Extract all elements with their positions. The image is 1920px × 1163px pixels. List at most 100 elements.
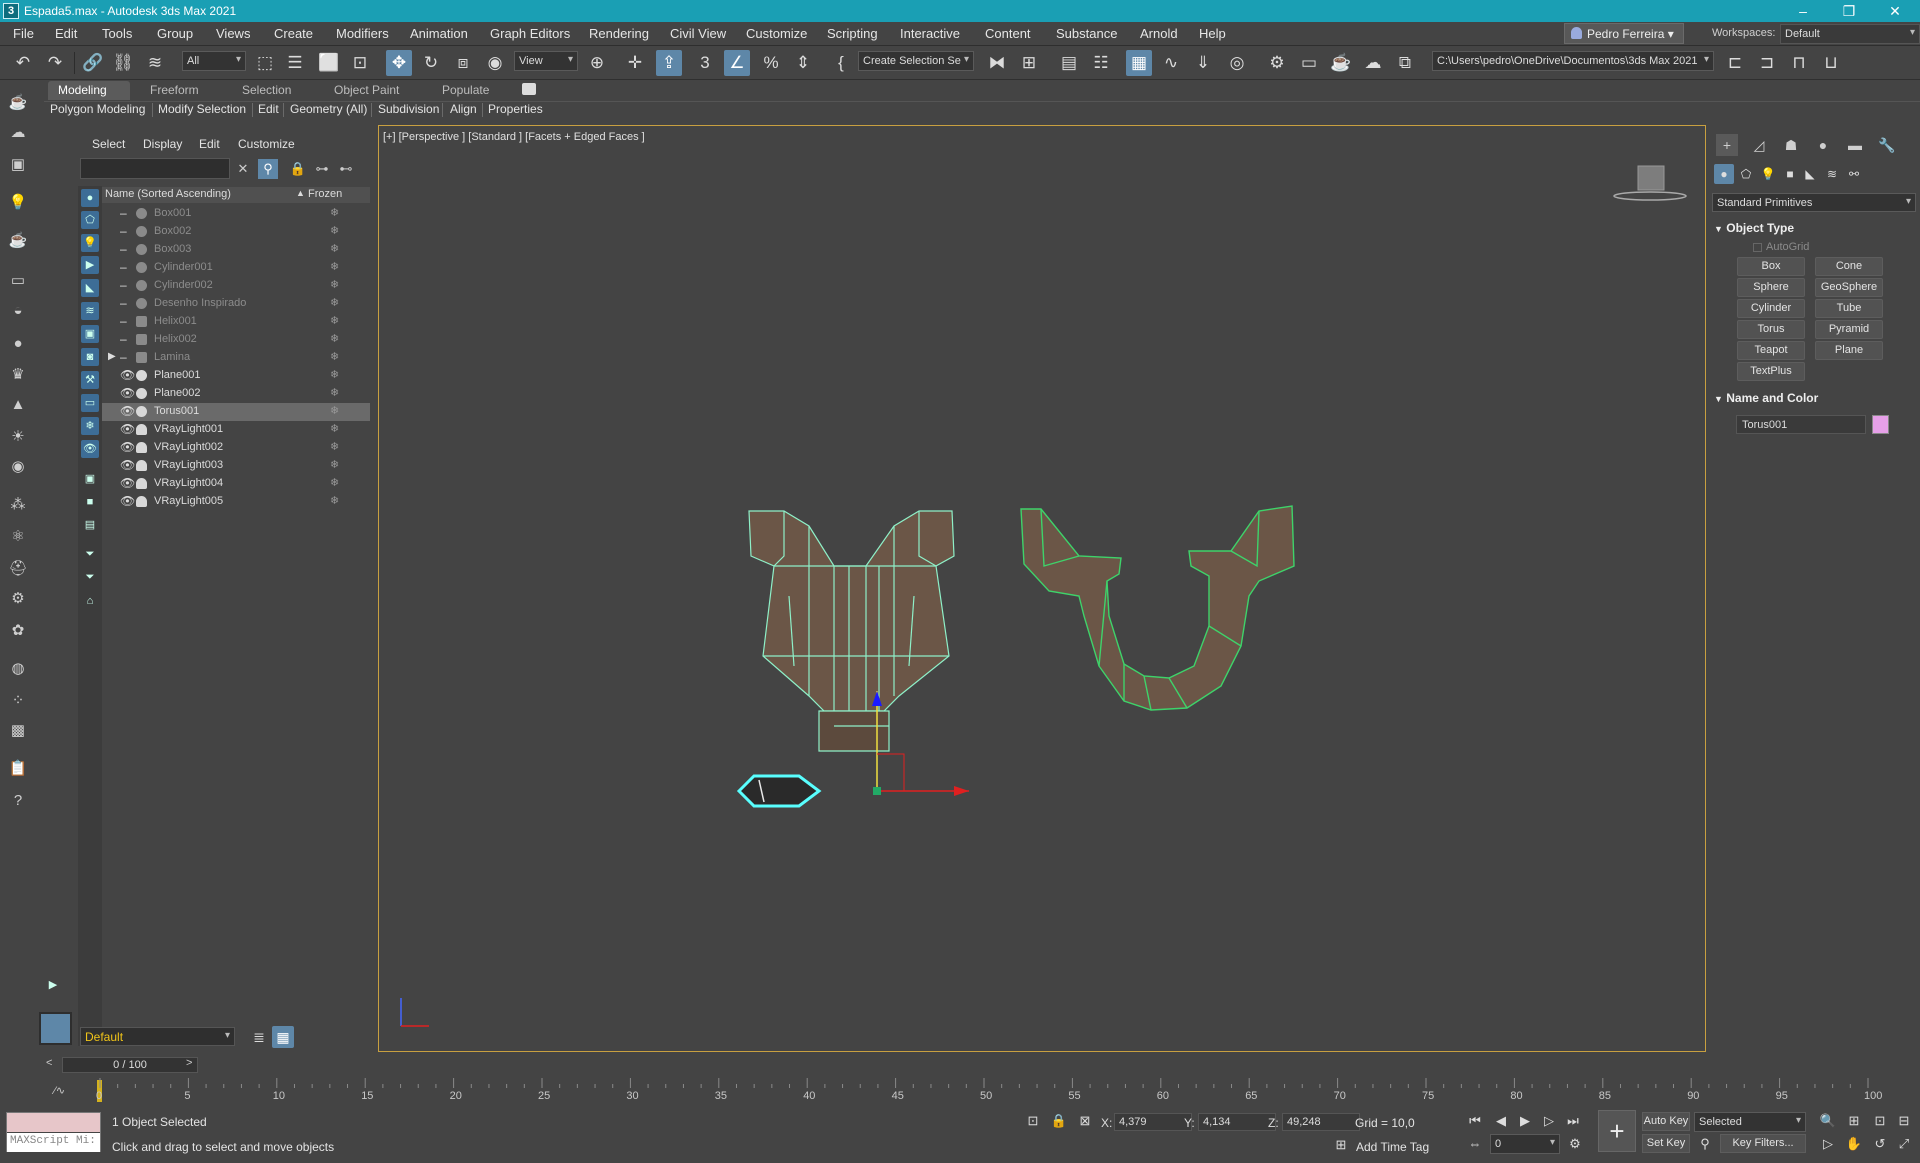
previous-frame-icon[interactable]: ◀ bbox=[1490, 1111, 1512, 1131]
maxscript-listener[interactable]: MAXScript Mi: bbox=[6, 1112, 101, 1152]
maximize-button[interactable]: ❐ bbox=[1826, 0, 1872, 22]
frozen-toggle-icon[interactable]: ❄ bbox=[330, 350, 339, 363]
spinner-snap-icon[interactable]: ⇕ bbox=[790, 50, 816, 76]
zoom-icon[interactable]: 🔍 bbox=[1817, 1111, 1839, 1131]
render-production-icon[interactable]: ☕ bbox=[1328, 50, 1354, 76]
column-frozen[interactable]: Frozen bbox=[308, 188, 342, 200]
filter-geometry-icon[interactable]: ● bbox=[81, 189, 99, 207]
cameras-category-icon[interactable]: ■ bbox=[1780, 164, 1800, 184]
invert-display-icon[interactable]: ▤ bbox=[81, 516, 99, 534]
globe-icon[interactable]: ◍ bbox=[5, 658, 31, 680]
frozen-toggle-icon[interactable]: ❄ bbox=[330, 296, 339, 309]
frozen-toggle-icon[interactable]: ❄ bbox=[330, 422, 339, 435]
filter-frozen-icon[interactable]: ❄ bbox=[81, 417, 99, 435]
object-category-dropdown[interactable]: Standard Primitives bbox=[1712, 193, 1916, 212]
object-color-swatch[interactable] bbox=[1872, 415, 1889, 434]
material-editor-icon[interactable]: ◎ bbox=[1224, 50, 1250, 76]
bookmark-icon[interactable]: ⌂ bbox=[81, 592, 99, 610]
keyboard-shortcut-override-icon[interactable]: ⇪ bbox=[656, 50, 682, 76]
frozen-toggle-icon[interactable]: ❄ bbox=[330, 494, 339, 507]
unlink-icon[interactable]: ⛓ bbox=[110, 50, 136, 76]
viewcube[interactable] bbox=[1612, 162, 1692, 204]
ribbon-tab-populate[interactable]: Populate bbox=[432, 81, 499, 100]
schematic-view-icon[interactable]: ⇓ bbox=[1190, 50, 1216, 76]
se-menu-select[interactable]: Select bbox=[92, 137, 125, 151]
create-textplus-button[interactable]: TextPlus bbox=[1737, 362, 1805, 381]
select-and-move-icon[interactable]: ✥ bbox=[386, 50, 412, 76]
reference-coordinate-dropdown[interactable]: View bbox=[514, 51, 578, 71]
create-cylinder-button[interactable]: Cylinder bbox=[1737, 299, 1805, 318]
current-frame-field[interactable]: 0 bbox=[1490, 1134, 1560, 1154]
scene-row-lamina[interactable]: ▶ – Lamina ❄ bbox=[102, 349, 370, 367]
scene-row-box003[interactable]: – Box003 ❄ bbox=[102, 241, 370, 259]
frozen-toggle-icon[interactable]: ❄ bbox=[330, 260, 339, 273]
select-and-rotate-icon[interactable]: ↻ bbox=[418, 50, 444, 76]
frozen-toggle-icon[interactable]: ❄ bbox=[330, 278, 339, 291]
select-by-name-icon[interactable]: ☰ bbox=[282, 50, 308, 76]
scene-row-helix001[interactable]: – Helix001 ❄ bbox=[102, 313, 370, 331]
autogrid-checkbox[interactable]: AutoGrid bbox=[1753, 241, 1809, 253]
se-menu-customize[interactable]: Customize bbox=[238, 137, 295, 151]
menu-civil-view[interactable]: Civil View bbox=[670, 26, 726, 41]
minimize-button[interactable]: – bbox=[1780, 0, 1826, 22]
visible-eye-icon[interactable]: 👁 bbox=[120, 422, 135, 436]
frozen-toggle-icon[interactable]: ❄ bbox=[330, 440, 339, 453]
render-in-cloud-icon[interactable]: ☁ bbox=[1360, 50, 1386, 76]
light-bulb-icon[interactable]: 💡 bbox=[5, 192, 31, 214]
scene-row-cylinder001[interactable]: – Cylinder001 ❄ bbox=[102, 259, 370, 277]
create-tube-button[interactable]: Tube bbox=[1815, 299, 1883, 318]
selection-lock-icon[interactable]: 🔒 bbox=[1048, 1111, 1070, 1131]
menu-tools[interactable]: Tools bbox=[102, 26, 132, 41]
hidden-eye-icon[interactable]: – bbox=[120, 314, 127, 328]
scene-row-plane002[interactable]: 👁 Plane002 ❄ bbox=[102, 385, 370, 403]
lights-category-icon[interactable]: 💡 bbox=[1758, 164, 1778, 184]
menu-help[interactable]: Help bbox=[1199, 26, 1226, 41]
app-icon[interactable]: 3 bbox=[3, 3, 19, 19]
se-menu-display[interactable]: Display bbox=[143, 137, 182, 151]
teapot-icon[interactable]: ☕ bbox=[5, 230, 31, 252]
zoom-all-icon[interactable]: ⊞ bbox=[1843, 1111, 1865, 1131]
next-frame-icon[interactable]: > bbox=[186, 1057, 192, 1069]
a360-gallery-icon[interactable]: ⧉ bbox=[1392, 50, 1418, 76]
y-coordinate-field[interactable]: 4,134 bbox=[1198, 1113, 1276, 1131]
help-icon[interactable]: ? bbox=[5, 790, 31, 812]
hidden-eye-icon[interactable]: – bbox=[120, 296, 127, 310]
sun-icon[interactable]: ☀ bbox=[5, 426, 31, 448]
menu-create[interactable]: Create bbox=[274, 26, 313, 41]
ribbon-edit[interactable]: Edit bbox=[258, 102, 279, 116]
filter-xrefs-icon[interactable]: ◙ bbox=[81, 348, 99, 366]
close-button[interactable]: ✕ bbox=[1872, 0, 1918, 22]
auto-key-button[interactable]: Auto Key bbox=[1642, 1112, 1690, 1131]
crown-icon[interactable]: ♛ bbox=[5, 364, 31, 386]
ribbon-align[interactable]: Align bbox=[450, 102, 477, 116]
visible-eye-icon[interactable]: 👁 bbox=[120, 494, 135, 508]
filter-shapes-icon[interactable]: ⬠ bbox=[81, 211, 99, 229]
create-torus-button[interactable]: Torus bbox=[1737, 320, 1805, 339]
utilities-tab-icon[interactable]: 🔧 bbox=[1876, 134, 1898, 156]
frozen-toggle-icon[interactable]: ❄ bbox=[330, 476, 339, 489]
hidden-eye-icon[interactable]: – bbox=[120, 278, 127, 292]
key-filters-icon[interactable]: ⚲ bbox=[1694, 1134, 1716, 1154]
se-menu-edit[interactable]: Edit bbox=[199, 137, 220, 151]
select-object-icon[interactable]: ⬚ bbox=[252, 50, 278, 76]
menu-scripting[interactable]: Scripting bbox=[827, 26, 878, 41]
cloud-icon[interactable]: ☁ bbox=[5, 122, 31, 144]
zoom-extents-icon[interactable]: ⊡ bbox=[1869, 1111, 1891, 1131]
menu-rendering[interactable]: Rendering bbox=[589, 26, 649, 41]
perspective-viewport[interactable] bbox=[378, 125, 1706, 1052]
play-icon[interactable]: ▶ bbox=[1514, 1111, 1536, 1131]
filter-funnel-icon[interactable]: ⏷ bbox=[81, 545, 99, 563]
rectangular-selection-icon[interactable]: ⬜ bbox=[316, 50, 342, 76]
lock-icon[interactable]: 🔒 bbox=[288, 159, 308, 179]
transform-gizmo-icon[interactable]: ✛ bbox=[622, 50, 648, 76]
create-pyramid-button[interactable]: Pyramid bbox=[1815, 320, 1883, 339]
select-and-scale-icon[interactable]: ⧈ bbox=[450, 50, 476, 76]
create-geosphere-button[interactable]: GeoSphere bbox=[1815, 278, 1883, 297]
motion-tab-icon[interactable]: ● bbox=[1812, 134, 1834, 156]
frozen-toggle-icon[interactable]: ❄ bbox=[330, 242, 339, 255]
zoom-extents-all-icon[interactable]: ⊟ bbox=[1893, 1111, 1915, 1131]
visible-eye-icon[interactable]: 👁 bbox=[120, 404, 135, 418]
helpers-category-icon[interactable]: ◣ bbox=[1800, 164, 1820, 184]
selection-filter-dropdown[interactable]: All bbox=[182, 51, 246, 71]
toggle-layer-explorer-icon[interactable]: ☷ bbox=[1088, 50, 1114, 76]
